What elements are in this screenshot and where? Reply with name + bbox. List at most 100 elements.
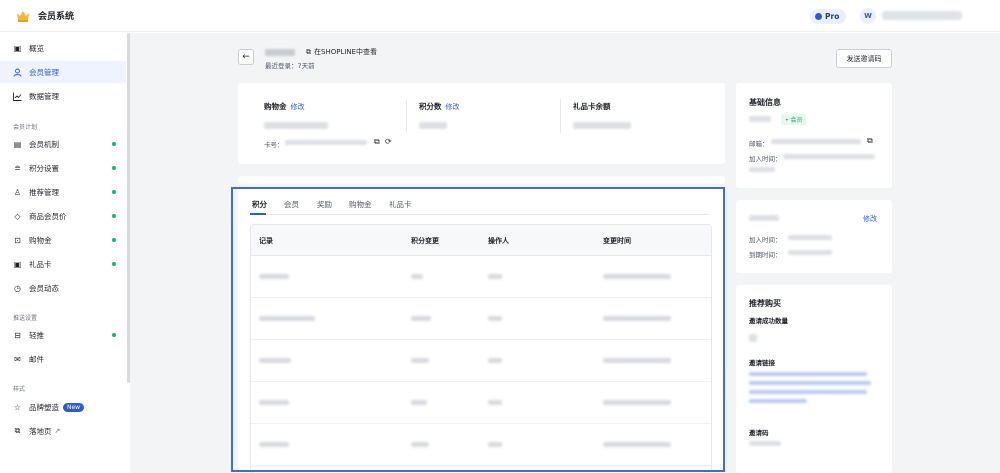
sidebar-item-member-management[interactable]: 会员管理	[0, 61, 126, 83]
sidebar-item-shopping-credit[interactable]: ⊡ 购物金	[0, 229, 126, 251]
table-row[interactable]	[251, 424, 711, 466]
basic-info-card: 基础信息 • 会员 邮箱： ⧉ 加入时间：	[736, 83, 892, 188]
tab-points[interactable]: 积分	[252, 199, 267, 210]
sidebar-item-label: 礼品卡	[29, 259, 52, 269]
table-row[interactable]	[251, 382, 711, 424]
points-change-redacted	[411, 358, 429, 363]
membership-level-redacted	[749, 215, 779, 221]
tab-member[interactable]: 会员	[284, 199, 299, 210]
sidebar-item-label: 轻推	[29, 330, 44, 340]
tag-icon: ◇	[14, 211, 21, 221]
table-row[interactable]	[251, 256, 711, 298]
referral-icon: ♙	[13, 187, 22, 197]
column-header-points-change: 积分变更	[411, 237, 439, 245]
sidebar-item-label: 会员动态	[29, 283, 59, 293]
card-number-label: 卡号：	[264, 141, 284, 149]
view-in-shopline-label: 在SHOPLINE中查看	[314, 48, 378, 56]
star-icon: ☆	[13, 402, 22, 412]
sidebar-item-label: 会员机制	[29, 139, 59, 149]
status-dot	[112, 214, 116, 218]
points-change-redacted	[411, 316, 431, 321]
shopping-credit-heading: 购物金 修改	[264, 101, 305, 112]
plan-badge[interactable]: Pro	[810, 9, 847, 24]
sidebar-item-overview[interactable]: ▣ 概览	[0, 37, 126, 59]
invite-link-label: 邀请链接	[749, 359, 775, 367]
membership-join-label: 加入时间：	[749, 236, 782, 244]
sidebar-item-mail[interactable]: ✉ 邮件	[0, 348, 126, 370]
sidebar-item-label: 落地页	[29, 426, 52, 436]
divider	[406, 99, 407, 133]
view-in-shopline-link[interactable]: ⧉ 在SHOPLINE中查看	[306, 47, 377, 57]
status-dot	[112, 190, 116, 194]
divider	[560, 99, 561, 133]
sidebar-item-landing-page[interactable]: ⧉ 落地页 ↗	[0, 420, 126, 442]
sidebar-item-referral[interactable]: ♙ 推荐管理	[0, 181, 126, 203]
last-login-text: 最近登录：7天前	[265, 62, 315, 70]
sidebar-item-label: 品牌塑造	[29, 402, 59, 412]
points-label: 积分数	[419, 102, 442, 111]
crown-logo-icon	[16, 10, 30, 22]
operator-redacted	[488, 274, 502, 279]
external-link-icon: ⧉	[306, 47, 311, 56]
sidebar-item-giftcard[interactable]: ▣ 礼品卡	[0, 253, 126, 275]
change-time-redacted	[603, 400, 671, 405]
edit-shopping-credit-link[interactable]: 修改	[291, 103, 305, 111]
member-name-redacted	[265, 49, 295, 56]
email-redacted	[771, 139, 861, 144]
table-row[interactable]	[251, 298, 711, 340]
balance-summary-card: 购物金 修改 卡号： ⧉ ⟳ 积分数 修改 礼品卡余额	[238, 83, 725, 164]
invite-link-redacted-2[interactable]	[749, 381, 871, 385]
giftcard-balance-label: 礼品卡余额	[573, 102, 611, 111]
sidebar-item-nudge[interactable]: ⊟ 轻推	[0, 324, 126, 346]
section-member-plan: 会员计划	[13, 124, 38, 131]
send-invite-code-button[interactable]: 发送邀请码	[836, 49, 892, 68]
change-time-redacted	[603, 274, 671, 279]
nudge-icon: ⊟	[14, 330, 21, 340]
sidebar-item-data-management[interactable]: 数据管理	[0, 85, 126, 107]
change-time-redacted	[603, 358, 671, 363]
activity-icon: ◷	[14, 283, 21, 293]
sidebar-item-points-settings[interactable]: ≘ 积分设置	[0, 157, 126, 179]
tab-giftcard[interactable]: 礼品卡	[389, 199, 412, 210]
basic-info-title: 基础信息	[749, 98, 781, 107]
sidebar-item-member-mechanism[interactable]: ▤ 会员机制	[0, 133, 126, 155]
shopping-credit-value-redacted	[264, 122, 328, 129]
sidebar-item-branding[interactable]: ☆ 品牌塑造 New	[0, 396, 126, 418]
invite-link-redacted-4[interactable]	[749, 399, 807, 403]
records-tabs: 积分 会员 奖励 购物金 礼品卡	[250, 199, 710, 215]
table-header: 记录 积分变更 操作人 变更时间	[251, 225, 711, 256]
membership-join-redacted	[788, 235, 832, 240]
page-icon: ⧉	[14, 426, 21, 435]
operator-redacted	[488, 358, 502, 363]
refresh-icon[interactable]: ⟳	[385, 137, 392, 146]
section-spacer-card	[238, 176, 725, 184]
back-button[interactable]: ←	[238, 49, 254, 65]
tab-shopping-credit[interactable]: 购物金	[349, 199, 372, 210]
table-row[interactable]	[251, 340, 711, 382]
invite-link-redacted-3[interactable]	[749, 390, 867, 394]
edit-points-link[interactable]: 修改	[446, 103, 460, 111]
sidebar-item-label: 数据管理	[29, 91, 59, 101]
sidebar-item-label: 会员管理	[29, 67, 59, 77]
tab-rewards[interactable]: 奖励	[317, 199, 332, 210]
user-name-redacted	[882, 11, 962, 20]
sidebar-item-member-price[interactable]: ◇ 商品会员价	[0, 205, 126, 227]
status-dot	[112, 238, 116, 242]
avatar[interactable]: W	[860, 8, 876, 24]
referral-title: 推荐购买	[749, 299, 781, 308]
sidebar-item-label: 邮件	[29, 354, 44, 364]
change-time-redacted	[603, 316, 671, 321]
main-content: ← ⧉ 在SHOPLINE中查看 最近登录：7天前 发送邀请码 购物金 修改 卡号…	[130, 33, 1000, 473]
copy-icon[interactable]: ⧉	[867, 136, 873, 146]
doc-icon: ▤	[13, 139, 22, 149]
edit-membership-link[interactable]: 修改	[863, 214, 877, 224]
membership-expire-label: 到期时间：	[749, 251, 782, 259]
invite-link-redacted[interactable]	[749, 372, 867, 376]
membership-card: 修改 加入时间： 到期时间：	[736, 200, 892, 273]
member-status-badge: • 会员	[781, 114, 807, 125]
sidebar-item-member-activity[interactable]: ◷ 会员动态	[0, 277, 126, 299]
copy-icon[interactable]: ⧉	[374, 137, 380, 147]
operator-redacted	[488, 442, 502, 447]
mail-icon: ✉	[14, 354, 21, 364]
status-dot	[112, 142, 116, 146]
